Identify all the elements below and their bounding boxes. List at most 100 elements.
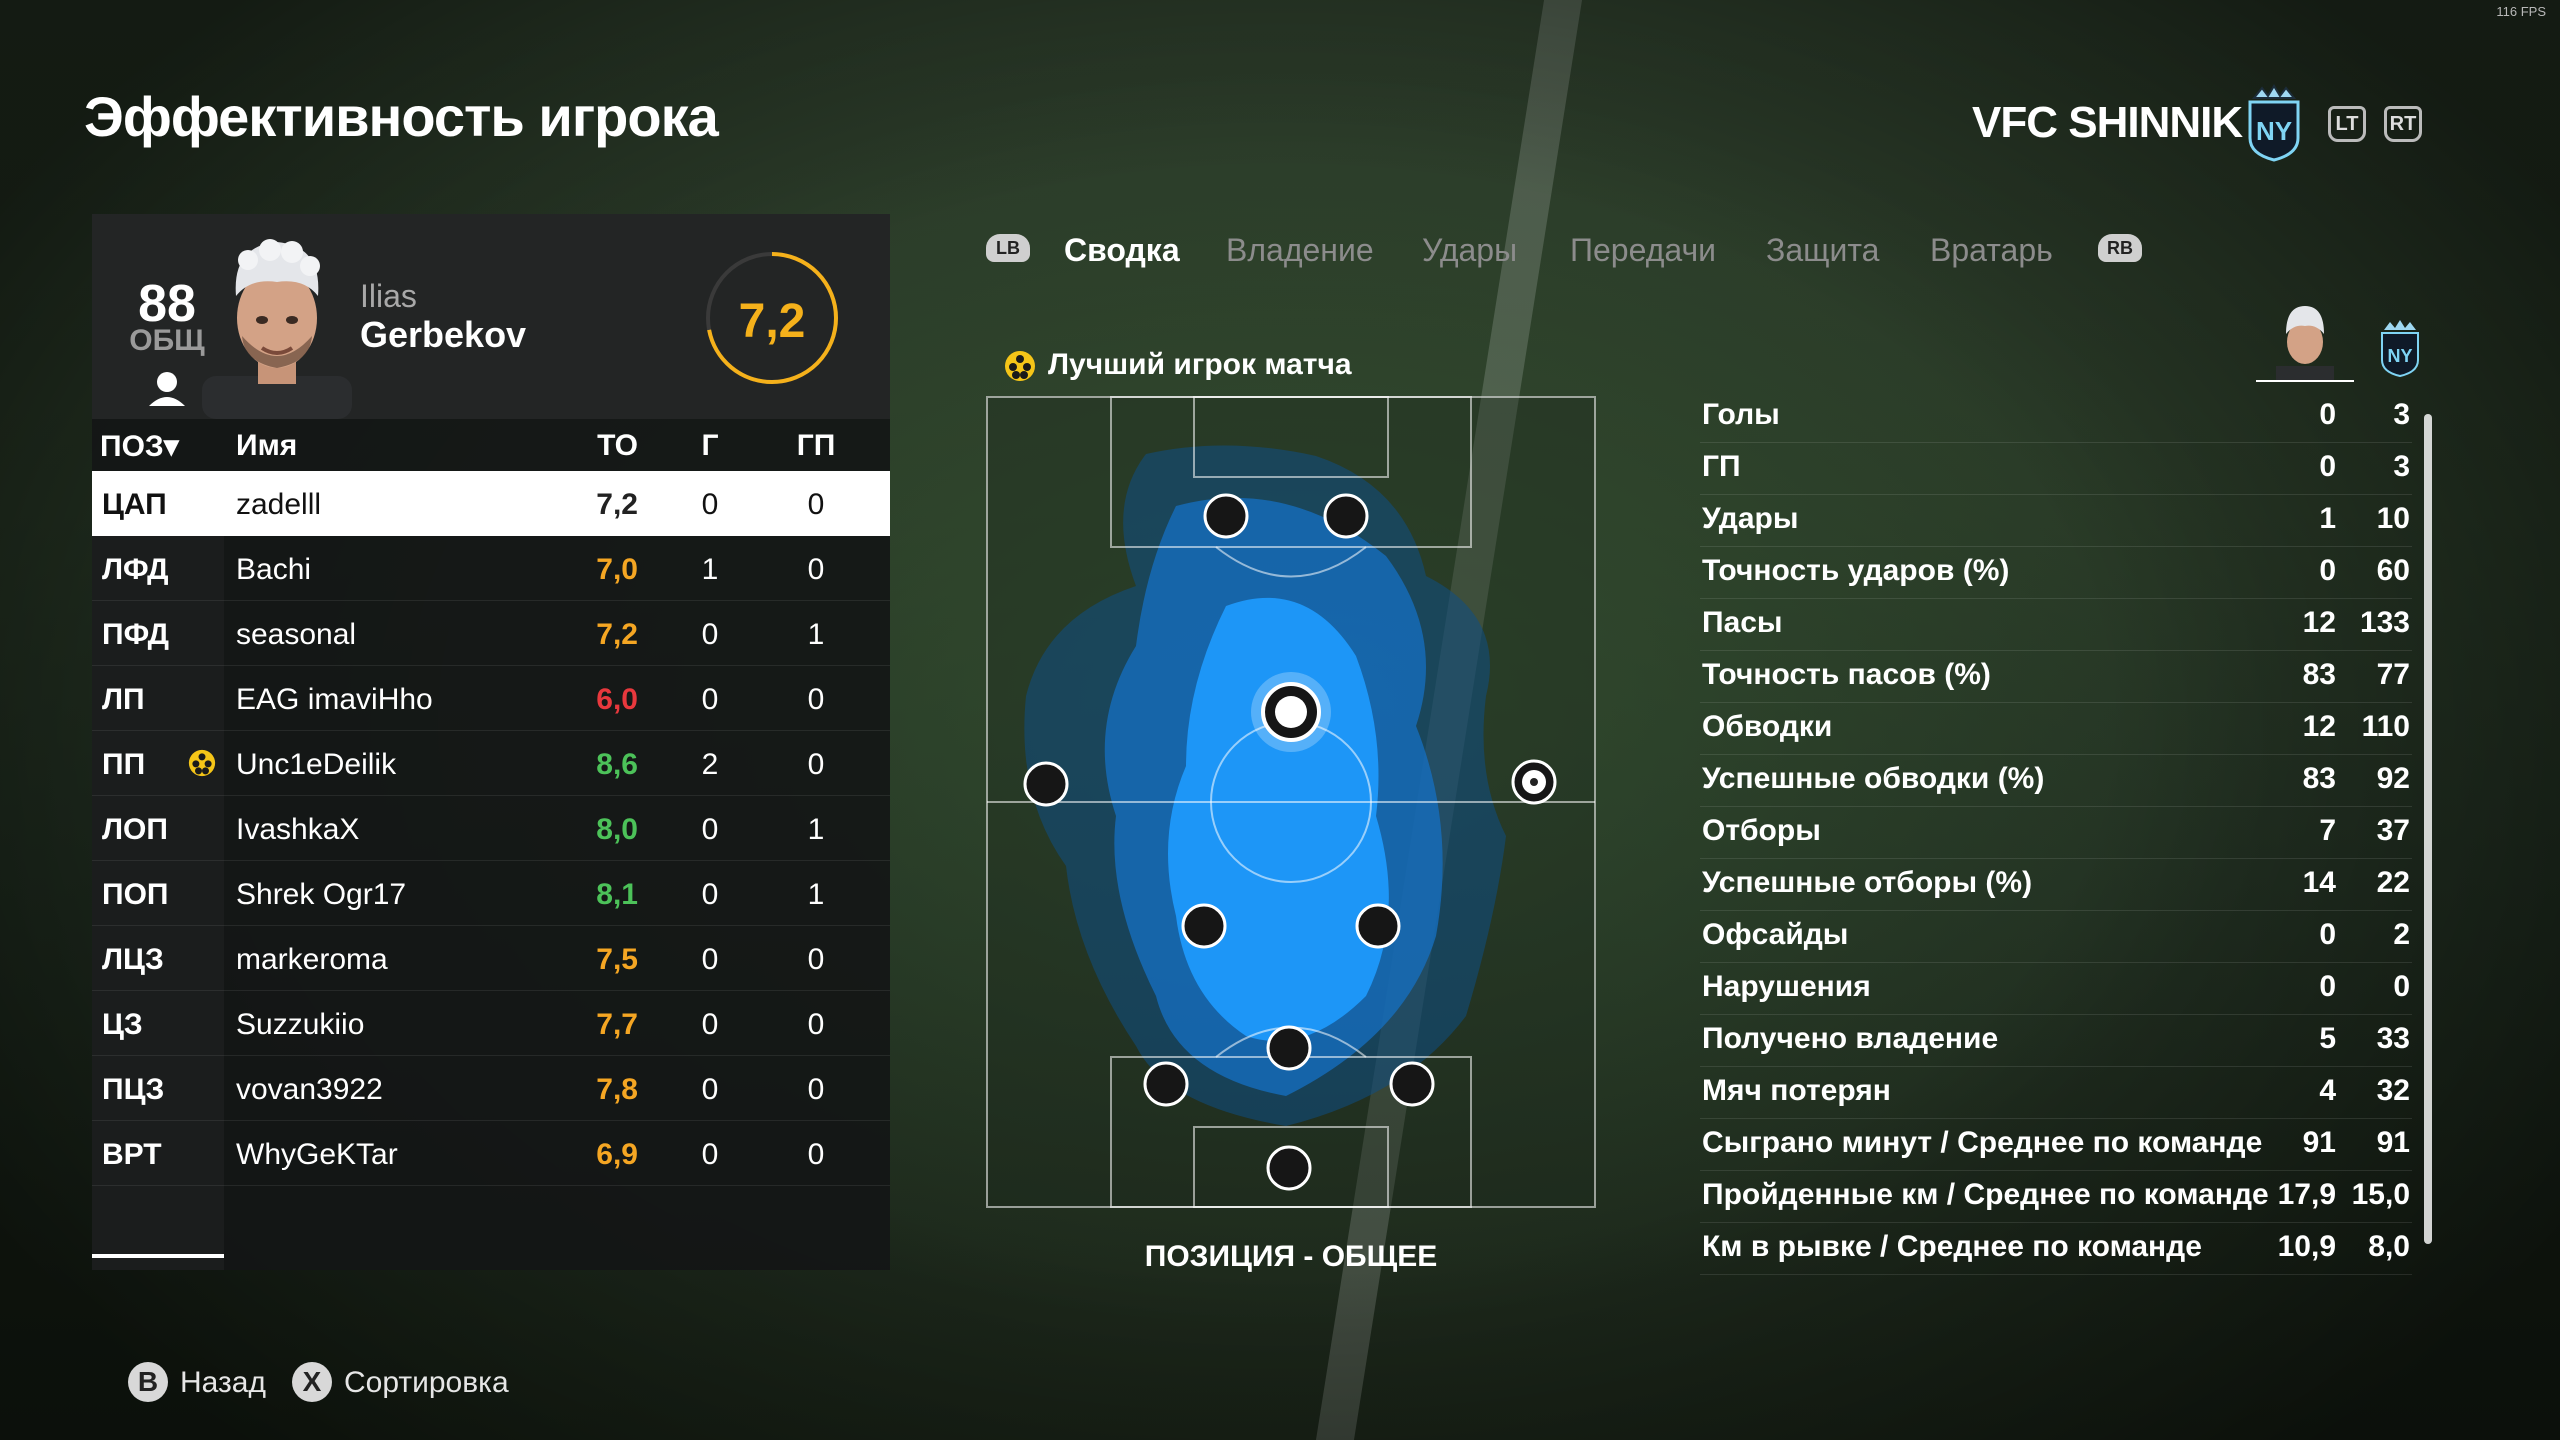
row-rating: 8,6 — [596, 748, 638, 781]
stat-label: Сыграно минут / Среднее по команде — [1702, 1126, 2263, 1159]
stat-player-value: 12 — [2302, 710, 2336, 743]
tab-passes[interactable]: Передачи — [1570, 232, 1716, 269]
stat-team-value: 0 — [2393, 970, 2410, 1003]
back-label: Назад — [180, 1366, 266, 1399]
header-rating: ТО — [597, 429, 638, 462]
table-row[interactable]: ПОП Shrek Ogr17 8,1 0 1 — [92, 861, 890, 926]
row-goals: 0 — [701, 683, 719, 716]
stat-player-value: 0 — [2319, 450, 2336, 483]
stat-row: ГП 0 3 — [1700, 442, 2412, 495]
row-player-name: Shrek Ogr17 — [236, 878, 407, 911]
lt-button[interactable]: LT — [2328, 106, 2366, 142]
table-row[interactable]: ПП Unc1eDeilik 8,6 2 0 — [92, 731, 890, 796]
stat-player-value: 0 — [2319, 970, 2336, 1003]
stat-player-value: 12 — [2302, 606, 2336, 639]
table-row[interactable]: ЛОП IvashkaX 8,0 0 1 — [92, 796, 890, 861]
table-row[interactable]: ЦАП zadelll 7,2 0 0 — [92, 471, 890, 536]
row-assists: 0 — [807, 683, 825, 716]
crest-text: NY — [2256, 116, 2292, 146]
row-position: ЛЦЗ — [102, 943, 164, 976]
row-goals: 0 — [701, 1138, 719, 1171]
stat-player-value: 0 — [2319, 918, 2336, 951]
stat-label: Офсайды — [1702, 918, 1849, 951]
stat-player-value: 17,9 — [2277, 1178, 2336, 1211]
stat-label: Отборы — [1702, 814, 1821, 847]
row-goals: 0 — [701, 943, 719, 976]
stat-label: Успешные отборы (%) — [1702, 866, 2033, 899]
stat-row: Успешные обводки (%) 83 92 — [1700, 754, 2412, 807]
stat-player-value: 83 — [2302, 658, 2336, 691]
stat-team-value: 3 — [2393, 450, 2410, 483]
lb-button[interactable]: LB — [986, 234, 1030, 262]
stat-row: Успешные отборы (%) 14 22 — [1700, 858, 2412, 911]
row-goals: 0 — [701, 1008, 719, 1041]
tab-goalkeeper[interactable]: Вратарь — [1930, 232, 2053, 269]
stat-team-value: 8,0 — [2368, 1230, 2410, 1263]
row-player-name: WhyGeKTar — [236, 1138, 398, 1171]
team-column-crest-text: NY — [2387, 346, 2412, 366]
table-row[interactable]: ЛП EAG imaviHho 6,0 0 0 — [92, 666, 890, 731]
row-rating: 7,0 — [596, 553, 638, 586]
stat-label: Точность пасов (%) — [1702, 658, 1991, 691]
tab-shots[interactable]: Удары — [1422, 232, 1517, 269]
row-assists: 0 — [807, 1073, 825, 1106]
row-player-name: IvashkaX — [236, 813, 360, 846]
stat-row: Км в рывке / Среднее по команде 10,9 8,0 — [1700, 1222, 2412, 1275]
rb-button[interactable]: RB — [2098, 234, 2142, 262]
stat-team-value: 33 — [2376, 1022, 2410, 1055]
row-assists: 0 — [807, 1138, 825, 1171]
row-goals: 1 — [701, 553, 719, 586]
page-title: Эффективность игрока — [84, 85, 719, 148]
row-goals: 0 — [701, 618, 719, 651]
row-player-name: Suzzukiio — [236, 1008, 365, 1041]
table-row[interactable]: ПЦЗ vovan3922 7,8 0 0 — [92, 1056, 890, 1121]
table-row[interactable]: ЦЗ Suzzukiio 7,7 0 0 — [92, 991, 890, 1056]
tab-defense[interactable]: Защита — [1766, 232, 1879, 269]
row-player-name: vovan3922 — [236, 1073, 383, 1106]
row-position: ПФД — [102, 618, 170, 651]
stat-player-value: 91 — [2302, 1126, 2336, 1159]
header-pos-sort[interactable]: ПОЗ▾ — [100, 429, 179, 464]
motm-star-icon — [188, 749, 216, 777]
stat-row: Получено владение 5 33 — [1700, 1014, 2412, 1067]
stat-row: Удары 1 10 — [1700, 494, 2412, 547]
table-row[interactable]: ВРТ WhyGeKTar 6,9 0 0 — [92, 1121, 890, 1186]
stat-row: Мяч потерян 4 32 — [1700, 1066, 2412, 1119]
list-scroll-indicator — [92, 1254, 224, 1258]
stat-row: Сыграно минут / Среднее по команде 91 91 — [1700, 1118, 2412, 1171]
table-header: ПОЗ▾ Имя ТО Г ГП — [92, 419, 890, 471]
stat-team-value: 91 — [2376, 1126, 2410, 1159]
row-position: ВРТ — [102, 1138, 162, 1171]
row-rating: 7,8 — [596, 1073, 638, 1106]
stat-row: Точность пасов (%) 83 77 — [1700, 650, 2412, 703]
tab-possession[interactable]: Владение — [1226, 232, 1374, 269]
stat-label: Точность ударов (%) — [1702, 554, 2010, 587]
tab-summary[interactable]: Сводка — [1064, 232, 1180, 269]
stat-label: Мяч потерян — [1702, 1074, 1891, 1107]
row-assists: 0 — [807, 488, 825, 521]
player-match-rating: 7,2 — [738, 295, 806, 348]
row-assists: 0 — [807, 748, 825, 781]
x-button-icon: X — [292, 1362, 332, 1402]
player-last-name: Gerbekov — [360, 314, 527, 355]
row-rating: 8,1 — [596, 878, 638, 911]
stat-row: Обводки 12 110 — [1700, 702, 2412, 755]
rt-button[interactable]: RT — [2384, 106, 2422, 142]
stat-row: Офсайды 0 2 — [1700, 910, 2412, 963]
table-row[interactable]: ЛЦЗ markeroma 7,5 0 0 — [92, 926, 890, 991]
stat-player-value: 1 — [2319, 502, 2336, 535]
stat-team-value: 133 — [2359, 606, 2410, 639]
stat-team-value: 110 — [2361, 710, 2410, 743]
stats-scrollbar-thumb[interactable] — [2424, 414, 2432, 1244]
team-column-crest-icon: NY — [2381, 320, 2419, 378]
stat-team-value: 10 — [2376, 502, 2410, 535]
stat-player-value: 0 — [2319, 554, 2336, 587]
stat-team-value: 2 — [2393, 918, 2410, 951]
stat-player-value: 4 — [2319, 1074, 2336, 1107]
selected-player-marker — [1251, 672, 1331, 752]
table-row[interactable]: ЛФД Bachi 7,0 1 0 — [92, 536, 890, 601]
heatmap-caption: ПОЗИЦИЯ - ОБЩЕЕ — [1144, 1240, 1438, 1273]
stat-label: Пасы — [1702, 606, 1783, 639]
table-row[interactable]: ПФД seasonal 7,2 0 1 — [92, 601, 890, 666]
stat-label: Получено владение — [1702, 1022, 1999, 1055]
